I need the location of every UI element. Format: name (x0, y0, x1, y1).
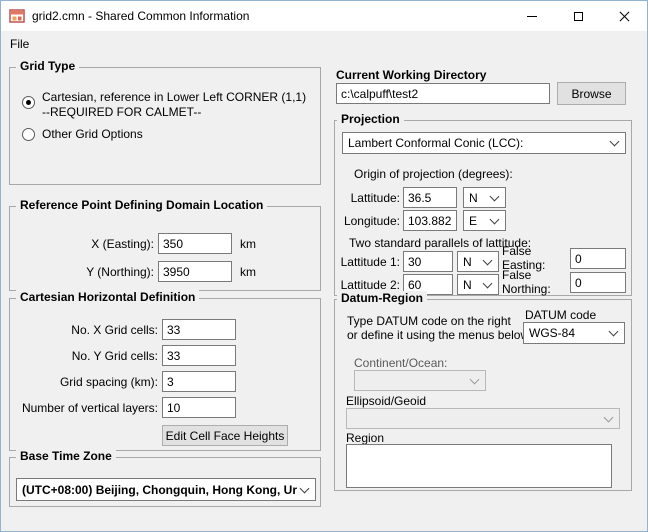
datum-code-dropdown[interactable]: WGS-84 (523, 322, 625, 344)
maximize-icon (574, 12, 583, 21)
latitude-direction-value: N (469, 191, 478, 205)
datum-region-legend: Datum-Region (337, 291, 427, 305)
time-zone-dropdown[interactable]: (UTC+08:00) Beijing, Chongquin, Hong Kon… (16, 478, 316, 501)
cartesian-definition-legend: Cartesian Horizontal Definition (16, 290, 199, 304)
datum-region-group: Datum-Region Type DATUM code on the righ… (334, 299, 632, 491)
chevron-down-icon (483, 279, 492, 288)
close-icon (619, 11, 630, 22)
x-easting-input[interactable] (158, 233, 232, 254)
vertical-layers-label: Number of vertical layers: (10, 401, 158, 415)
radio-other-grid[interactable] (22, 128, 35, 141)
longitude-direction-dropdown[interactable]: E (463, 210, 506, 231)
working-directory-input[interactable] (336, 83, 550, 104)
longitude-input[interactable] (403, 210, 457, 231)
latitude1-direction-dropdown[interactable]: N (457, 251, 499, 272)
window-title: grid2.cmn - Shared Common Information (32, 9, 249, 23)
cartesian-definition-group: Cartesian Horizontal Definition No. X Gr… (9, 298, 321, 451)
chevron-down-icon (490, 192, 499, 201)
longitude-direction-value: E (469, 214, 477, 228)
maximize-button[interactable] (555, 1, 601, 31)
browse-button[interactable]: Browse (557, 82, 626, 105)
radio-other-grid-label: Other Grid Options (42, 127, 143, 141)
false-northing-label: False Northing: (502, 268, 560, 296)
working-directory-label: Current Working Directory (336, 68, 486, 82)
chevron-down-icon (609, 327, 618, 336)
datum-hint-line1: Type DATUM code on the right (347, 314, 511, 328)
grid-type-legend: Grid Type (16, 59, 79, 73)
datum-code-label: DATUM code (525, 308, 596, 322)
minimize-icon (527, 16, 537, 17)
app-icon (9, 8, 25, 24)
false-easting-input[interactable] (570, 248, 626, 269)
chevron-down-icon (490, 215, 499, 224)
latitude1-input[interactable] (403, 251, 453, 272)
close-button[interactable] (601, 1, 647, 31)
region-label: Region (346, 431, 384, 445)
latitude2-direction-dropdown[interactable]: N (457, 274, 499, 295)
grid-spacing-label: Grid spacing (km): (10, 375, 158, 389)
dialog-window: grid2.cmn - Shared Common Information Fi… (0, 0, 648, 532)
ellipsoid-geoid-label: Ellipsoid/Geoid (346, 394, 426, 408)
vertical-layers-input[interactable] (162, 397, 236, 418)
ellipsoid-geoid-dropdown (346, 408, 620, 429)
x-easting-label: X (Easting): (10, 237, 154, 251)
projection-type-dropdown[interactable]: Lambert Conformal Conic (LCC): (342, 132, 626, 154)
chevron-down-icon (604, 413, 613, 422)
datum-hint-line2: or define it using the menus below: (347, 328, 532, 342)
y-northing-input[interactable] (158, 261, 232, 282)
grid-type-group: Grid Type Cartesian, reference in Lower … (9, 67, 321, 185)
origin-label: Origin of projection (degrees): (354, 167, 513, 181)
x-grid-cells-input[interactable] (162, 319, 236, 340)
y-northing-unit: km (240, 265, 256, 279)
latitude2-direction-value: N (463, 278, 472, 292)
longitude-label: Longitude: (338, 214, 400, 228)
region-listbox[interactable] (346, 444, 612, 488)
chevron-down-icon (300, 484, 309, 493)
edit-cell-face-heights-button[interactable]: Edit Cell Face Heights (162, 425, 288, 446)
title-bar: grid2.cmn - Shared Common Information (1, 1, 647, 31)
x-easting-unit: km (240, 237, 256, 251)
grid-spacing-input[interactable] (162, 371, 236, 392)
latitude-label: Lattitude: (338, 191, 400, 205)
y-grid-cells-label: No. Y Grid cells: (10, 349, 158, 363)
latitude2-label: Lattitude 2: (338, 278, 400, 292)
time-zone-value: (UTC+08:00) Beijing, Chongquin, Hong Kon… (22, 483, 297, 497)
x-grid-cells-label: No. X Grid cells: (10, 323, 158, 337)
projection-type-value: Lambert Conformal Conic (LCC): (348, 136, 523, 150)
radio-cartesian[interactable] (22, 96, 35, 109)
datum-code-value: WGS-84 (529, 326, 575, 340)
y-grid-cells-input[interactable] (162, 345, 236, 366)
minimize-button[interactable] (509, 1, 555, 31)
continent-ocean-label: Continent/Ocean: (354, 356, 447, 370)
reference-point-group: Reference Point Defining Domain Location… (9, 206, 321, 291)
base-time-zone-group: Base Time Zone (UTC+08:00) Beijing, Chon… (9, 457, 321, 507)
chevron-down-icon (483, 256, 492, 265)
projection-group: Projection Lambert Conformal Conic (LCC)… (334, 120, 632, 296)
base-time-zone-legend: Base Time Zone (16, 449, 116, 463)
radio-cartesian-label-line2: --REQUIRED FOR CALMET-- (42, 105, 201, 119)
window-controls (509, 1, 647, 31)
projection-legend: Projection (337, 112, 404, 126)
latitude-direction-dropdown[interactable]: N (463, 187, 506, 208)
file-menu[interactable]: File (1, 33, 38, 55)
latitude-input[interactable] (403, 187, 457, 208)
chevron-down-icon (470, 375, 479, 384)
y-northing-label: Y (Northing): (10, 265, 154, 279)
reference-point-legend: Reference Point Defining Domain Location (16, 198, 267, 212)
continent-ocean-dropdown (354, 370, 486, 391)
latitude1-direction-value: N (463, 255, 472, 269)
chevron-down-icon (610, 137, 619, 146)
menu-bar: File (1, 31, 647, 56)
radio-cartesian-label-line1: Cartesian, reference in Lower Left CORNE… (42, 90, 306, 104)
false-northing-input[interactable] (570, 272, 626, 293)
latitude1-label: Lattitude 1: (338, 255, 400, 269)
